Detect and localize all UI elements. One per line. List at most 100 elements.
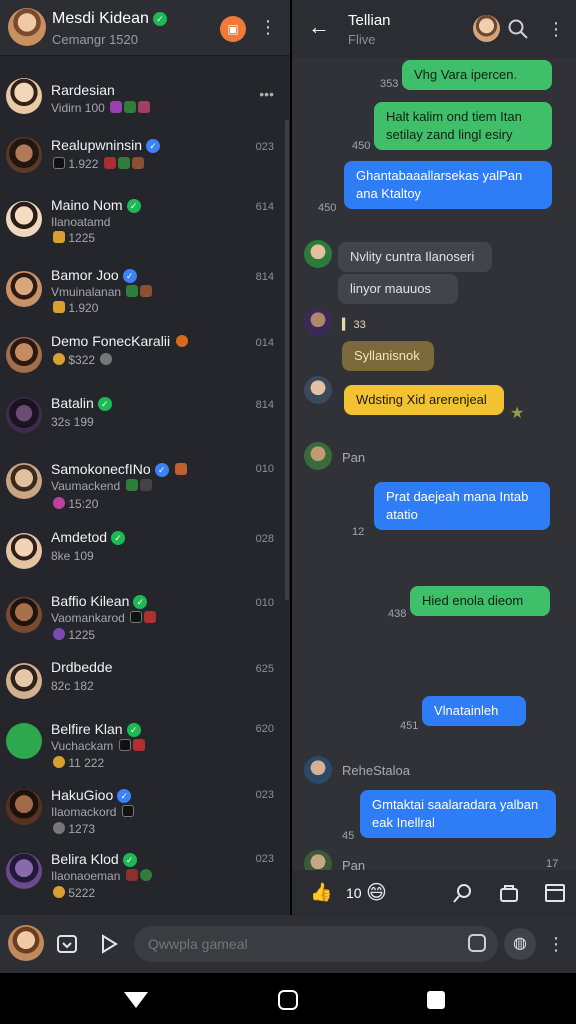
magnifier-icon[interactable] [452, 882, 474, 904]
emoji-icon [124, 101, 137, 113]
sticker-icon[interactable] [468, 934, 486, 952]
chat-time: 010 [255, 597, 274, 609]
message-time: 353 [380, 78, 399, 90]
verified-icon: ✓ [146, 139, 161, 153]
chat-preview: Vmuinalanan [51, 285, 153, 299]
verified-icon: ✓ [126, 199, 141, 213]
chat-time: 023 [255, 141, 274, 153]
chat-item[interactable]: Rardesian Vidirn 100 ••• [0, 62, 284, 123]
chat-item[interactable]: Demo FoneсKaralii $322 014 [0, 327, 284, 389]
chat-list: Rardesian Vidirn 100 ••• Realuрwninsin ✓ … [0, 62, 284, 911]
chat-item[interactable]: SamokonecfINo ✓ Vaumackend 15:20 010 [0, 449, 284, 525]
chat-time: 814 [255, 271, 274, 283]
chat-item[interactable]: Baffio Kilean ✓ Vaomankarod 1225 010 [0, 583, 284, 655]
chat-name: SamokonecfINo ✓ [51, 461, 187, 477]
message-bubble[interactable]: Gmtaktai saalaradara yalban eak Inellral [360, 790, 556, 838]
chat-preview: Vuchackam [51, 739, 145, 753]
message-time: 45 [342, 830, 355, 842]
message-bubble[interactable]: linyor mauuos [338, 274, 458, 304]
message-time: 438 [388, 608, 407, 620]
chat-item[interactable]: Belira Klod ✓ Ilaonaoeman 5222 023 [0, 847, 284, 911]
message-bubble[interactable]: Hied enola dieom [410, 586, 550, 616]
globe-icon[interactable]: ◍ [504, 928, 536, 960]
play-icon[interactable] [98, 933, 120, 955]
chat-preview: 82c 182 [51, 679, 94, 693]
nav-recents-icon[interactable] [427, 991, 445, 1009]
verified-icon: ✓ [133, 595, 148, 609]
emoji-icon [53, 628, 65, 640]
sender-name: Pan [342, 858, 366, 870]
verified-icon: ✓ [122, 853, 137, 867]
chat-item[interactable]: HakuGioo ✓ Ilaomackord 1273 023 [0, 779, 284, 847]
chat-item[interactable]: Realuрwninsin ✓ 1.922 023 [0, 123, 284, 187]
chat-preview: 32s 199 [51, 415, 94, 429]
avatar [6, 853, 42, 889]
message-bubble[interactable]: Vhg Vara ipercen. [402, 60, 552, 90]
chat-item[interactable]: Batalin ✓ 32s 199 814 [0, 389, 284, 449]
thumbs-up-icon[interactable]: 👍 [310, 882, 332, 903]
chat-name: Belfire Klan ✓ [51, 721, 141, 737]
chat-preview-2: 15:20 [51, 497, 98, 511]
emoji-icon [103, 157, 116, 169]
more-dots[interactable]: ••• [259, 86, 274, 102]
message-bubble[interactable]: Nvlity cuntra Ilanoseri [338, 242, 492, 272]
profile-avatar[interactable] [8, 8, 46, 46]
chat-item[interactable]: Drdbedde 82c 182 625 [0, 655, 284, 713]
sender-name: Pan [342, 450, 366, 465]
bag-icon[interactable] [498, 882, 520, 904]
gif-icon[interactable] [56, 933, 78, 955]
peer-status: Flive [348, 32, 376, 47]
chat-preview: 8ke 109 [51, 549, 94, 563]
emoji-icon [131, 157, 144, 169]
profile-name: Mesdi Kidean ✓ [52, 10, 167, 28]
my-avatar[interactable] [8, 925, 44, 961]
scrollbar[interactable] [285, 120, 289, 600]
peer-name: Tellian [348, 12, 391, 29]
avatar [6, 337, 42, 373]
message-bubble[interactable]: Halt kalim ond tiem Itan setilay zand li… [374, 102, 552, 150]
emoji-icon [138, 101, 151, 113]
message-input[interactable] [134, 926, 498, 962]
chat-preview: $322 [51, 353, 113, 367]
message-meta: ▍ 33 [342, 319, 366, 331]
profile-subtitle: Cemangr 1520 [52, 32, 138, 47]
avatar [6, 533, 42, 569]
message-bubble[interactable]: Vlnatainleh [422, 696, 526, 726]
kebab-icon[interactable]: ⋮ [546, 20, 566, 38]
search-icon[interactable] [506, 17, 530, 41]
nav-home-icon[interactable] [278, 990, 298, 1010]
chat-item[interactable]: Maino Nom ✓ Ilanoatamd 1225 614 [0, 187, 284, 257]
verified-icon: ✓ [111, 531, 126, 545]
chat-name: Baffio Kilean ✓ [51, 593, 148, 609]
avatar [6, 201, 42, 237]
chat-item[interactable]: Amdetod ✓ 8ke 109 028 [0, 525, 284, 583]
message-bubble[interactable]: Wdsting Xid arerenjeal [344, 385, 504, 415]
emoji-icon [53, 822, 65, 834]
conversation-footer: 👍 10 😄 [292, 870, 576, 915]
avatar [6, 137, 42, 173]
verified-icon: ✓ [117, 789, 132, 803]
chat-item[interactable]: Bamor Joo ✓ Vmuinalanan 1.920 814 [0, 257, 284, 327]
message-bubble[interactable]: Syllanisnok [342, 341, 434, 371]
avatar [304, 442, 332, 470]
peer-avatar[interactable] [473, 15, 500, 42]
chat-name: Demo FoneсKaralii [51, 333, 188, 349]
message-bubble[interactable]: Prat daejeah mana Intab atatio [374, 482, 550, 530]
chat-preview: Ilaonaoeman [51, 869, 152, 883]
window-icon[interactable] [544, 882, 566, 904]
avatar [6, 723, 42, 759]
emoji-icon [118, 739, 131, 751]
emoji-icon [110, 101, 123, 113]
message-bubble[interactable]: Ghantabaaallarsekas yalPan ana Ktaltoy [344, 161, 552, 209]
arrow-left-icon[interactable]: ← [308, 14, 330, 40]
avatar [6, 271, 42, 307]
emoji-icon [144, 611, 157, 623]
kebab-icon[interactable]: ⋮ [258, 18, 278, 36]
emoji-icon[interactable]: 😄 [366, 880, 387, 905]
chat-item[interactable]: Belfire Klan ✓ Vuchackam 11 222 620 [0, 713, 284, 779]
kebab-icon[interactable]: ⋮ [546, 935, 566, 953]
emoji-icon [117, 157, 130, 169]
chat-time: 814 [255, 399, 274, 411]
chat-bubble-icon[interactable]: ▣ [220, 16, 246, 42]
nav-back-icon[interactable] [124, 992, 148, 1008]
